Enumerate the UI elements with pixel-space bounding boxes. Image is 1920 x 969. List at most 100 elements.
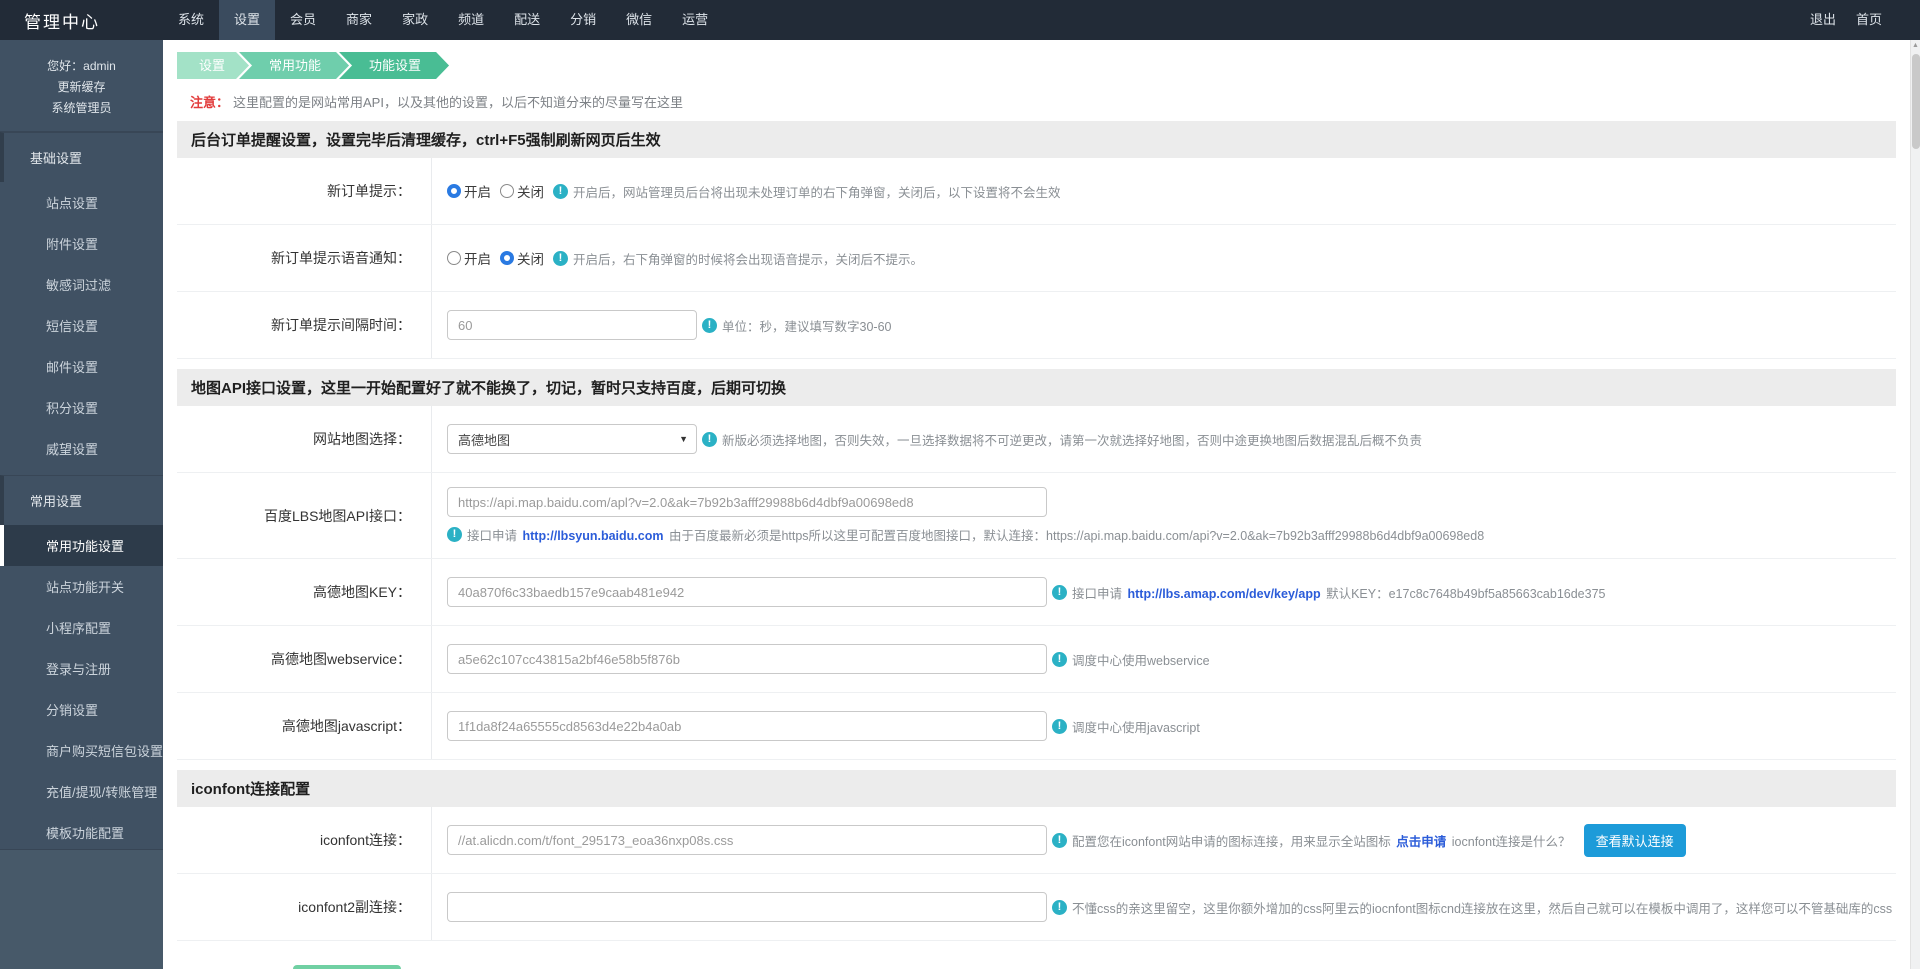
info-icon xyxy=(553,184,568,199)
topnav-item[interactable]: 退出 xyxy=(1800,0,1846,40)
sidebar-item[interactable]: 分销设置 xyxy=(0,689,163,730)
radio-option-on[interactable]: 开启 xyxy=(447,248,491,268)
breadcrumb-segment-settings[interactable]: 设置 xyxy=(177,52,249,79)
baidu-api-input[interactable] xyxy=(447,487,1047,517)
map-select[interactable]: 高德地图 xyxy=(447,424,697,454)
chevron-down-icon xyxy=(679,425,688,453)
radio-unchecked-icon[interactable] xyxy=(500,184,514,198)
info-icon xyxy=(553,251,568,266)
interval-input[interactable] xyxy=(447,310,697,340)
sidebar-group-header[interactable]: 基础设置 xyxy=(0,132,163,182)
scroll-up-icon[interactable] xyxy=(1911,40,1920,52)
baidu-apply-link[interactable]: http://lbsyun.baidu.com xyxy=(523,529,664,543)
radio-label: 关闭 xyxy=(517,248,544,268)
radio-label: 关闭 xyxy=(517,181,544,201)
topnav-item[interactable]: 商家 xyxy=(331,0,387,40)
iconfont-input[interactable] xyxy=(447,825,1047,855)
radio-option-on[interactable]: 开启 xyxy=(447,181,491,201)
app-logo: 管理中心 xyxy=(0,8,163,33)
sidebar-item[interactable]: 积分设置 xyxy=(0,387,163,428)
info-icon xyxy=(447,527,462,542)
confirm-add-button[interactable]: 确认添加 xyxy=(293,965,401,969)
field-hint: 接口申请 http://lbs.amap.com/dev/key/app 默认K… xyxy=(1072,583,1605,602)
user-role-link[interactable]: 系统管理员 xyxy=(6,98,157,119)
sidebar-item[interactable]: 站点设置 xyxy=(0,182,163,223)
sidebar-item[interactable]: 充值/提现/转账管理 xyxy=(0,771,163,812)
sidebar-group-header[interactable]: 常用设置 xyxy=(0,475,163,525)
topnav-item[interactable]: 系统 xyxy=(163,0,219,40)
radio-unchecked-icon[interactable] xyxy=(447,251,461,265)
field-label: 新订单提示语音通知： xyxy=(177,225,432,291)
topnav-item[interactable]: 家政 xyxy=(387,0,443,40)
form-row-iconfont2: iconfont2副连接： 不懂css的亲这里留空，这里你额外增加的css阿里云… xyxy=(177,874,1896,941)
topnav-item[interactable]: 首页 xyxy=(1846,0,1892,40)
radio-label: 开启 xyxy=(464,181,491,201)
amap-key-input[interactable] xyxy=(447,577,1047,607)
refresh-cache-link[interactable]: 更新缓存 xyxy=(6,77,157,98)
scrollbar-thumb[interactable] xyxy=(1912,54,1920,149)
notice-text: 这里配置的是网站常用API，以及其他的设置，以后不知道分来的尽量写在这里 xyxy=(233,95,683,110)
amap-javascript-input[interactable] xyxy=(447,711,1047,741)
field-hint: 开启后，右下角弹窗的时候将会出现语音提示，关闭后不提示。 xyxy=(573,249,923,268)
field-label: iconfont2副连接： xyxy=(177,874,432,940)
form-row-new-order-alert: 新订单提示： 开启 关闭 开启后，网站管理员后台将出现未处理订单的右下角弹窗，关… xyxy=(177,158,1896,225)
sidebar-menu: 基础设置站点设置附件设置敏感词过滤短信设置邮件设置积分设置威望设置常用设置常用功… xyxy=(0,132,163,969)
radio-checked-icon[interactable] xyxy=(447,184,461,198)
topnav-item[interactable]: 设置 xyxy=(219,0,275,40)
iconfont2-input[interactable] xyxy=(447,892,1047,922)
form-row-amap-key: 高德地图KEY： 接口申请 http://lbs.amap.com/dev/ke… xyxy=(177,559,1896,626)
user-greeting: 您好：admin xyxy=(6,56,157,77)
notice-line: 注意： 这里配置的是网站常用API，以及其他的设置，以后不知道分来的尽量写在这里 xyxy=(190,92,1896,111)
sidebar-item[interactable]: 商户购买短信包设置 xyxy=(0,730,163,771)
map-select-value: 高德地图 xyxy=(458,430,510,449)
field-hint: 调度中心使用webservice xyxy=(1072,650,1210,669)
field-label: iconfont连接： xyxy=(177,807,432,873)
form-row-amap-javascript: 高德地图javascript： 调度中心使用javascript xyxy=(177,693,1896,760)
sidebar-item[interactable]: 常用功能设置 xyxy=(0,525,163,566)
field-hint: 开启后，网站管理员后台将出现未处理订单的右下角弹窗，关闭后，以下设置将不会生效 xyxy=(573,182,1061,201)
sidebar-item[interactable]: 附件设置 xyxy=(0,223,163,264)
amap-webservice-input[interactable] xyxy=(447,644,1047,674)
field-label: 新订单提示： xyxy=(177,158,432,224)
sidebar-footer xyxy=(0,849,163,969)
scrollbar[interactable] xyxy=(1910,40,1920,969)
topnav-item[interactable]: 分销 xyxy=(555,0,611,40)
sidebar-item[interactable]: 模板功能配置 xyxy=(0,812,163,853)
field-label: 高德地图webservice： xyxy=(177,626,432,692)
topnav-item[interactable]: 频道 xyxy=(443,0,499,40)
view-default-link-button[interactable]: 查看默认连接 xyxy=(1584,824,1686,857)
sidebar-item[interactable]: 邮件设置 xyxy=(0,346,163,387)
topnav-item[interactable]: 配送 xyxy=(499,0,555,40)
sidebar-item[interactable]: 站点功能开关 xyxy=(0,566,163,607)
form-row-amap-webservice: 高德地图webservice： 调度中心使用webservice xyxy=(177,626,1896,693)
sidebar-item[interactable]: 敏感词过滤 xyxy=(0,264,163,305)
top-navbar: 管理中心 系统设置会员商家家政频道配送分销微信运营 退出首页 xyxy=(0,0,1920,40)
field-hint: 新版必须选择地图，否则失效，一旦选择数据将不可逆更改，请第一次就选择好地图，否则… xyxy=(722,430,1422,449)
form-row-iconfont: iconfont连接： 配置您在iconfont网站申请的图标连接，用来显示全站… xyxy=(177,807,1896,874)
topnav-item[interactable]: 运营 xyxy=(667,0,723,40)
main-content: 设置 常用功能 功能设置 注意： 这里配置的是网站常用API，以及其他的设置，以后… xyxy=(163,40,1910,969)
breadcrumb-segment-function[interactable]: 功能设置 xyxy=(339,52,449,79)
info-icon xyxy=(1052,833,1067,848)
breadcrumb-segment-common[interactable]: 常用功能 xyxy=(239,52,349,79)
section-iconfont-title: iconfont连接配置 xyxy=(177,770,1896,807)
radio-checked-icon[interactable] xyxy=(500,251,514,265)
field-hint: 单位：秒，建议填写数字30-60 xyxy=(722,316,891,335)
info-icon xyxy=(1052,900,1067,915)
notice-label: 注意： xyxy=(190,95,229,110)
form-row-baidu-api: 百度LBS地图API接口： 接口申请 http://lbsyun.baidu.c… xyxy=(177,473,1896,559)
sidebar-item[interactable]: 登录与注册 xyxy=(0,648,163,689)
topnav-item[interactable]: 会员 xyxy=(275,0,331,40)
breadcrumb: 设置 常用功能 功能设置 xyxy=(177,52,1896,79)
radio-option-off[interactable]: 关闭 xyxy=(500,181,544,201)
amap-apply-link[interactable]: http://lbs.amap.com/dev/key/app xyxy=(1128,587,1321,601)
sidebar-item[interactable]: 短信设置 xyxy=(0,305,163,346)
topnav-item[interactable]: 微信 xyxy=(611,0,667,40)
radio-option-off[interactable]: 关闭 xyxy=(500,248,544,268)
info-icon xyxy=(702,432,717,447)
iconfont-apply-link[interactable]: 点击申请 xyxy=(1396,835,1446,849)
info-icon xyxy=(1052,652,1067,667)
field-label: 网站地图选择： xyxy=(177,406,432,472)
sidebar-item[interactable]: 威望设置 xyxy=(0,428,163,469)
sidebar-item[interactable]: 小程序配置 xyxy=(0,607,163,648)
